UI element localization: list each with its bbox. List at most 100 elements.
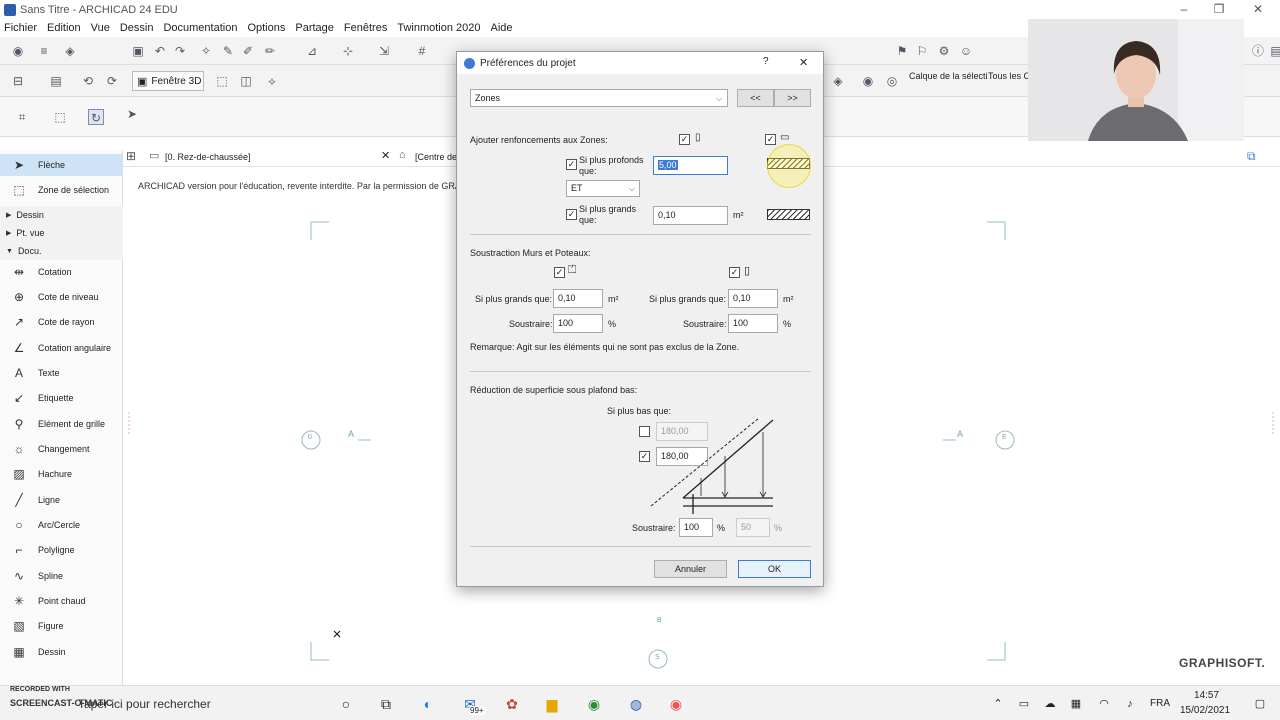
recess-wall-checkbox[interactable]: ✓ — [679, 134, 690, 145]
next-category-button[interactable]: >> — [774, 89, 811, 107]
volume-icon[interactable]: ♪ — [1120, 695, 1140, 713]
marquee-icon[interactable]: ⬚ — [52, 109, 68, 125]
tab-rez-de-chaussee[interactable]: [0. Rez-de-chaussée] — [165, 152, 251, 162]
layout-icon[interactable]: ⊟ — [10, 73, 26, 89]
tool-changement[interactable]: ☼ Changement — [0, 438, 123, 460]
tool-fleche[interactable]: ➤ Flèche — [0, 154, 123, 176]
operator-select[interactable]: ET ⌵ — [566, 180, 640, 197]
poteaux-checkbox[interactable]: ✓ — [729, 267, 740, 278]
plus-profonds-checkbox[interactable]: ✓ — [566, 159, 577, 170]
layer-icon[interactable]: ◈ — [830, 73, 846, 89]
arrow-cursor-icon[interactable]: ➤ — [124, 106, 140, 122]
ok-button[interactable]: OK — [738, 560, 811, 578]
taskbar-search[interactable]: Taper ici pour rechercher — [40, 691, 320, 717]
selection-method-icon[interactable]: ⌗ — [14, 109, 30, 125]
box-icon[interactable]: ▤ — [48, 73, 64, 89]
markup-icon[interactable]: ⚐ — [914, 43, 930, 59]
soustraire3-input[interactable]: 50 — [736, 518, 770, 537]
flag-icon[interactable]: ⚑ — [894, 43, 910, 59]
plus-grands-input[interactable]: 0,10 — [653, 206, 728, 225]
magic-wand-icon[interactable]: ✧ — [198, 43, 214, 59]
onedrive-icon[interactable]: ☁ — [1040, 695, 1060, 713]
photos-icon[interactable]: ✿ — [502, 695, 522, 713]
panel-icon[interactable]: ▤ — [1268, 43, 1280, 59]
cube-solid-icon[interactable]: ◫ — [238, 73, 254, 89]
maximize-icon[interactable]: ❐ — [1211, 2, 1227, 16]
cube-view-icon[interactable]: ⬚ — [214, 73, 230, 89]
save-icon[interactable]: ▣ — [130, 43, 146, 59]
tool-spline[interactable]: ∿ Spline — [0, 565, 123, 587]
recess-zone-checkbox[interactable]: ✓ — [765, 134, 776, 145]
menu-twinmotion[interactable]: Twinmotion 2020 — [397, 22, 480, 34]
task-view-icon[interactable]: ⧉ — [376, 695, 396, 713]
chrome-icon[interactable]: ◉ — [584, 695, 604, 713]
group-pt-vue[interactable]: ▶ Pt. vue — [0, 224, 123, 242]
tool-texte[interactable]: A Texte — [0, 362, 123, 384]
pen-icon[interactable]: ✐ — [240, 43, 256, 59]
menu-aide[interactable]: Aide — [491, 22, 513, 34]
cancel-button[interactable]: Annuler — [654, 560, 727, 578]
guide-line-icon[interactable]: ⊿ — [304, 43, 320, 59]
pick-icon[interactable]: ✎ — [220, 43, 236, 59]
eye-open-icon[interactable]: ◉ — [860, 73, 876, 89]
prev-category-button[interactable]: << — [737, 89, 774, 107]
user-icon[interactable]: ☺ — [958, 43, 974, 59]
eye-icon[interactable]: ◉ — [10, 43, 26, 59]
menu-fenetres[interactable]: Fenêtres — [344, 22, 387, 34]
menu-partage[interactable]: Partage — [295, 22, 334, 34]
tool-element-grille[interactable]: ⚲ Elément de grille — [0, 413, 123, 435]
undo-icon[interactable]: ↶ — [152, 43, 168, 59]
tool-arc-cercle[interactable]: ○ Arc/Cercle — [0, 514, 123, 536]
close-icon[interactable]: ✕ — [1250, 2, 1266, 16]
minimize-icon[interactable]: – — [1176, 2, 1192, 16]
poteaux-soustraire-input[interactable]: 100 — [728, 314, 778, 333]
view-icon[interactable]: ◈ — [62, 43, 78, 59]
tabs-grid-icon[interactable]: ⊞ — [126, 149, 136, 163]
sync2-icon[interactable]: ⟳ — [104, 73, 120, 89]
wifi-icon[interactable]: ◠ — [1094, 695, 1114, 713]
language-indicator[interactable]: FRA — [1150, 698, 1170, 709]
tool-zone-selection[interactable]: ⬚ Zone de sélection — [0, 179, 123, 201]
eye-closed-icon[interactable]: ◎ — [884, 73, 900, 89]
info-icon[interactable]: ⓘ — [1250, 43, 1266, 59]
murs-soustraire-input[interactable]: 100 — [553, 314, 603, 333]
group-docu[interactable]: ▼ Docu. — [0, 242, 123, 260]
poteaux-plus-grands-input[interactable]: 0,10 — [728, 289, 778, 308]
battery-icon[interactable]: ▭ — [1014, 695, 1034, 713]
grid-icon[interactable]: # — [414, 43, 430, 59]
pencil-icon[interactable]: ✏ — [262, 43, 278, 59]
layers-icon[interactable]: ≡ — [36, 43, 52, 59]
menu-vue[interactable]: Vue — [91, 22, 110, 34]
suspend-icon[interactable]: ⇲ — [376, 43, 392, 59]
navigator-icon[interactable]: ⧉ — [1247, 149, 1256, 164]
edge-icon[interactable]: ◐ — [418, 695, 438, 713]
tool-dessin[interactable]: ▦ Dessin — [0, 641, 123, 663]
tool-cotation[interactable]: ⇹ Cotation — [0, 261, 123, 283]
plus-grands-checkbox[interactable]: ✓ — [566, 209, 577, 220]
fenetre-3d-button[interactable]: ▣ Fenêtre 3D — [132, 71, 204, 91]
dialog-close-button[interactable]: ✕ — [799, 56, 808, 69]
file-explorer-icon[interactable]: ▆ — [542, 695, 562, 713]
tool-cotation-angulaire[interactable]: ∠ Cotation angulaire — [0, 337, 123, 359]
issue-icon[interactable]: ⚙ — [936, 43, 952, 59]
network-icon[interactable]: ▦ — [1066, 695, 1086, 713]
screencast-taskbar-icon[interactable]: ◉ — [666, 695, 686, 713]
snap-icon[interactable]: ⊹ — [340, 43, 356, 59]
group-dessin[interactable]: ▶ Dessin — [0, 206, 123, 224]
sync-icon[interactable]: ⟲ — [80, 73, 96, 89]
menu-documentation[interactable]: Documentation — [163, 22, 237, 34]
menu-dessin[interactable]: Dessin — [120, 22, 154, 34]
soustraire2-input[interactable]: 100 — [679, 518, 713, 537]
tab-centre[interactable]: [Centre de — [415, 152, 457, 162]
rotate-icon[interactable]: ↻ — [88, 109, 104, 125]
murs-checkbox[interactable]: ✓ — [554, 267, 565, 278]
tool-cote-niveau[interactable]: ⊕ Cote de niveau — [0, 286, 123, 308]
notification-center-icon[interactable]: ▢ — [1250, 695, 1270, 713]
archicad-taskbar-icon[interactable]: ◍ — [626, 695, 646, 713]
tool-etiquette[interactable]: ↙ Etiquette — [0, 387, 123, 409]
tool-ligne[interactable]: ╱ Ligne — [0, 489, 123, 511]
tool-figure[interactable]: ▧ Figure — [0, 615, 123, 637]
category-select[interactable]: Zones ⌵ — [470, 89, 728, 107]
menu-options[interactable]: Options — [247, 22, 285, 34]
tab-close-icon[interactable]: ✕ — [381, 149, 390, 162]
